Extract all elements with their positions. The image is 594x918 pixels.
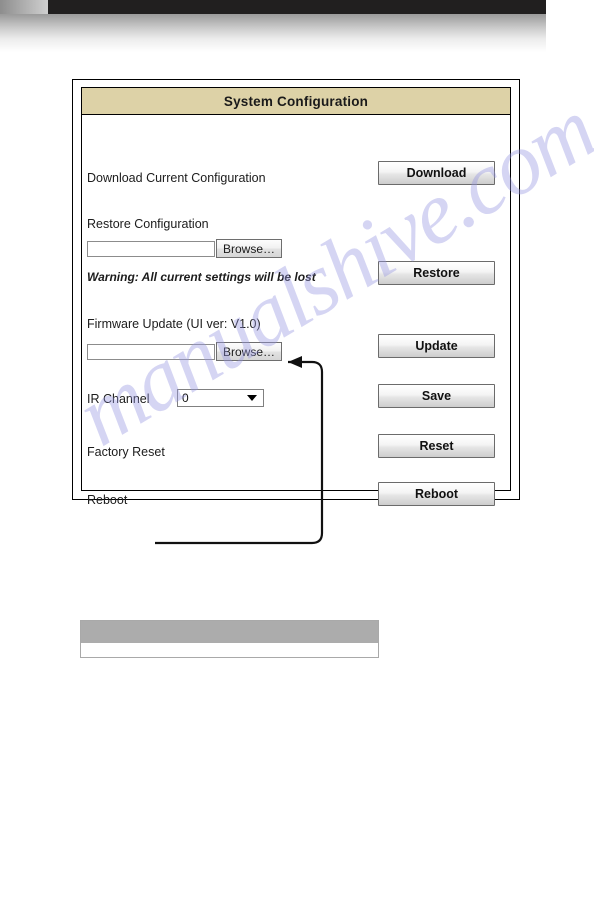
label-restore-configuration: Restore Configuration — [87, 217, 209, 231]
panel-inner-frame: System Configuration Download Current Co… — [81, 87, 511, 507]
reset-button[interactable]: Reset — [378, 434, 495, 458]
label-download-current-configuration: Download Current Configuration — [87, 171, 266, 185]
label-factory-reset: Factory Reset — [87, 445, 165, 459]
firmware-browse-button[interactable]: Browse… — [216, 342, 283, 361]
reboot-button[interactable]: Reboot — [378, 482, 495, 506]
restore-warning-text: Warning: All current settings will be lo… — [87, 270, 316, 284]
restore-browse-button[interactable]: Browse… — [216, 239, 283, 258]
firmware-file-input[interactable] — [87, 344, 215, 360]
ir-channel-select[interactable]: 0 — [177, 389, 264, 407]
system-configuration-panel: System Configuration Download Current Co… — [72, 79, 520, 507]
empty-table-header — [81, 621, 378, 643]
restore-button[interactable]: Restore — [378, 261, 495, 285]
update-button[interactable]: Update — [378, 334, 495, 358]
page-scan-edge-left — [0, 0, 48, 14]
empty-table-body — [81, 643, 378, 657]
page-scan-top-gradient — [0, 14, 546, 52]
label-firmware-update: Firmware Update (UI ver: V1.0) — [87, 317, 261, 331]
page-title: System Configuration — [223, 93, 369, 109]
panel-body: Download Current Configuration Download … — [82, 115, 510, 507]
restore-file-input[interactable] — [87, 241, 215, 257]
panel-title-bar: System Configuration — [82, 88, 510, 115]
save-button[interactable]: Save — [378, 384, 495, 408]
chevron-down-icon — [247, 395, 257, 401]
empty-table-box — [80, 620, 379, 658]
label-reboot: Reboot — [87, 493, 128, 507]
label-ir-channel: IR Channel — [87, 392, 150, 406]
ir-channel-selected-value: 0 — [182, 391, 189, 405]
page-scan-top-bar — [48, 0, 546, 14]
download-button[interactable]: Download — [378, 161, 495, 185]
